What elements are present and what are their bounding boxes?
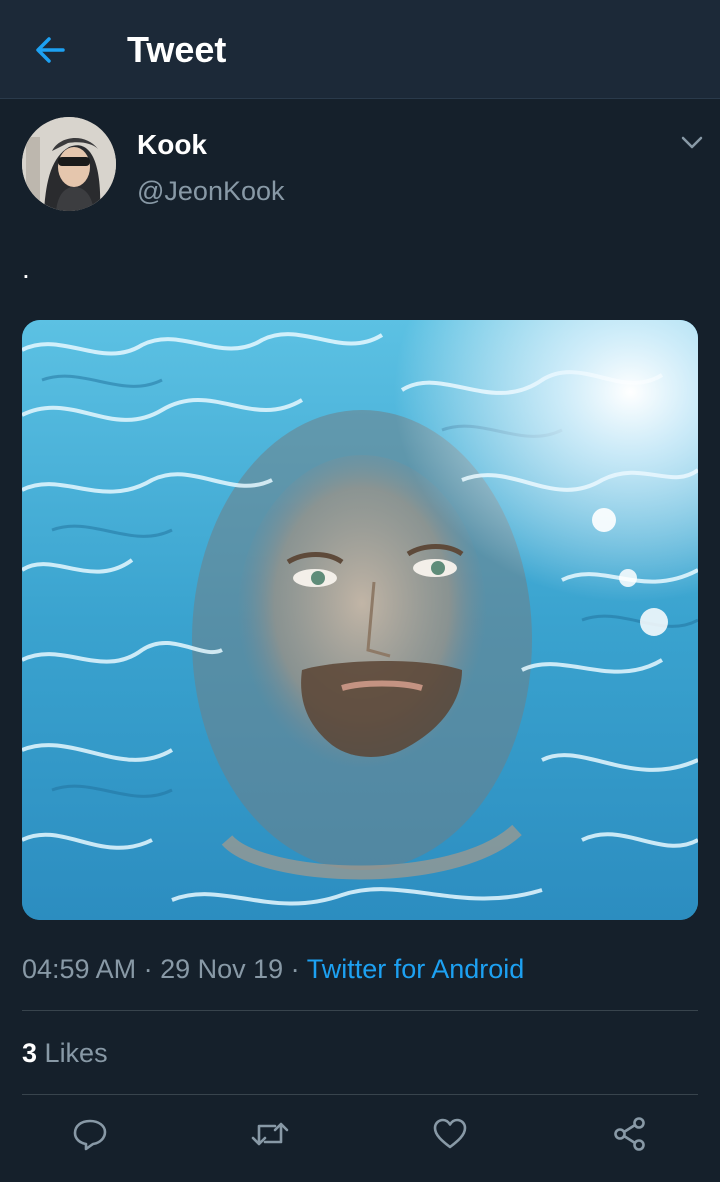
avatar-image [22, 117, 116, 211]
meta-separator: · [136, 954, 161, 984]
tweet-text: . [22, 253, 30, 284]
chevron-down-icon [681, 136, 703, 149]
heart-icon [433, 1118, 467, 1149]
likes-summary[interactable]: 3 Likes [22, 1036, 108, 1070]
retweet-icon [251, 1122, 289, 1146]
retweet-button[interactable] [248, 1112, 292, 1156]
reply-button[interactable] [68, 1112, 112, 1156]
like-button[interactable] [428, 1112, 472, 1156]
tweet-source-link[interactable]: Twitter for Android [307, 954, 525, 984]
divider [22, 1094, 698, 1095]
more-options-button[interactable] [676, 128, 708, 156]
page-title: Tweet [127, 29, 227, 70]
water-portrait-image [22, 320, 698, 920]
back-button[interactable] [28, 28, 72, 72]
top-bar: Tweet [0, 0, 720, 99]
likes-label: Likes [44, 1038, 108, 1068]
author-handle[interactable]: @JeonKook [137, 174, 285, 208]
divider [22, 1010, 698, 1011]
likes-count: 3 [22, 1038, 38, 1068]
tweet-media-image[interactable] [22, 320, 698, 920]
tweet-date: 29 Nov 19 [160, 954, 284, 984]
arrow-left-icon [36, 37, 65, 63]
tweet-detail-screen: Tweet Kook @JeonKook . 04:59 AM · 29 Nov… [0, 0, 720, 1182]
tweet-time: 04:59 AM [22, 954, 137, 984]
share-button[interactable] [608, 1112, 652, 1156]
reply-icon [73, 1119, 107, 1151]
share-icon [614, 1117, 645, 1151]
meta-separator: · [283, 954, 307, 984]
tweet-meta: 04:59 AM · 29 Nov 19 · Twitter for Andro… [22, 952, 524, 986]
avatar[interactable] [22, 117, 116, 211]
author-name[interactable]: Kook [137, 128, 207, 162]
